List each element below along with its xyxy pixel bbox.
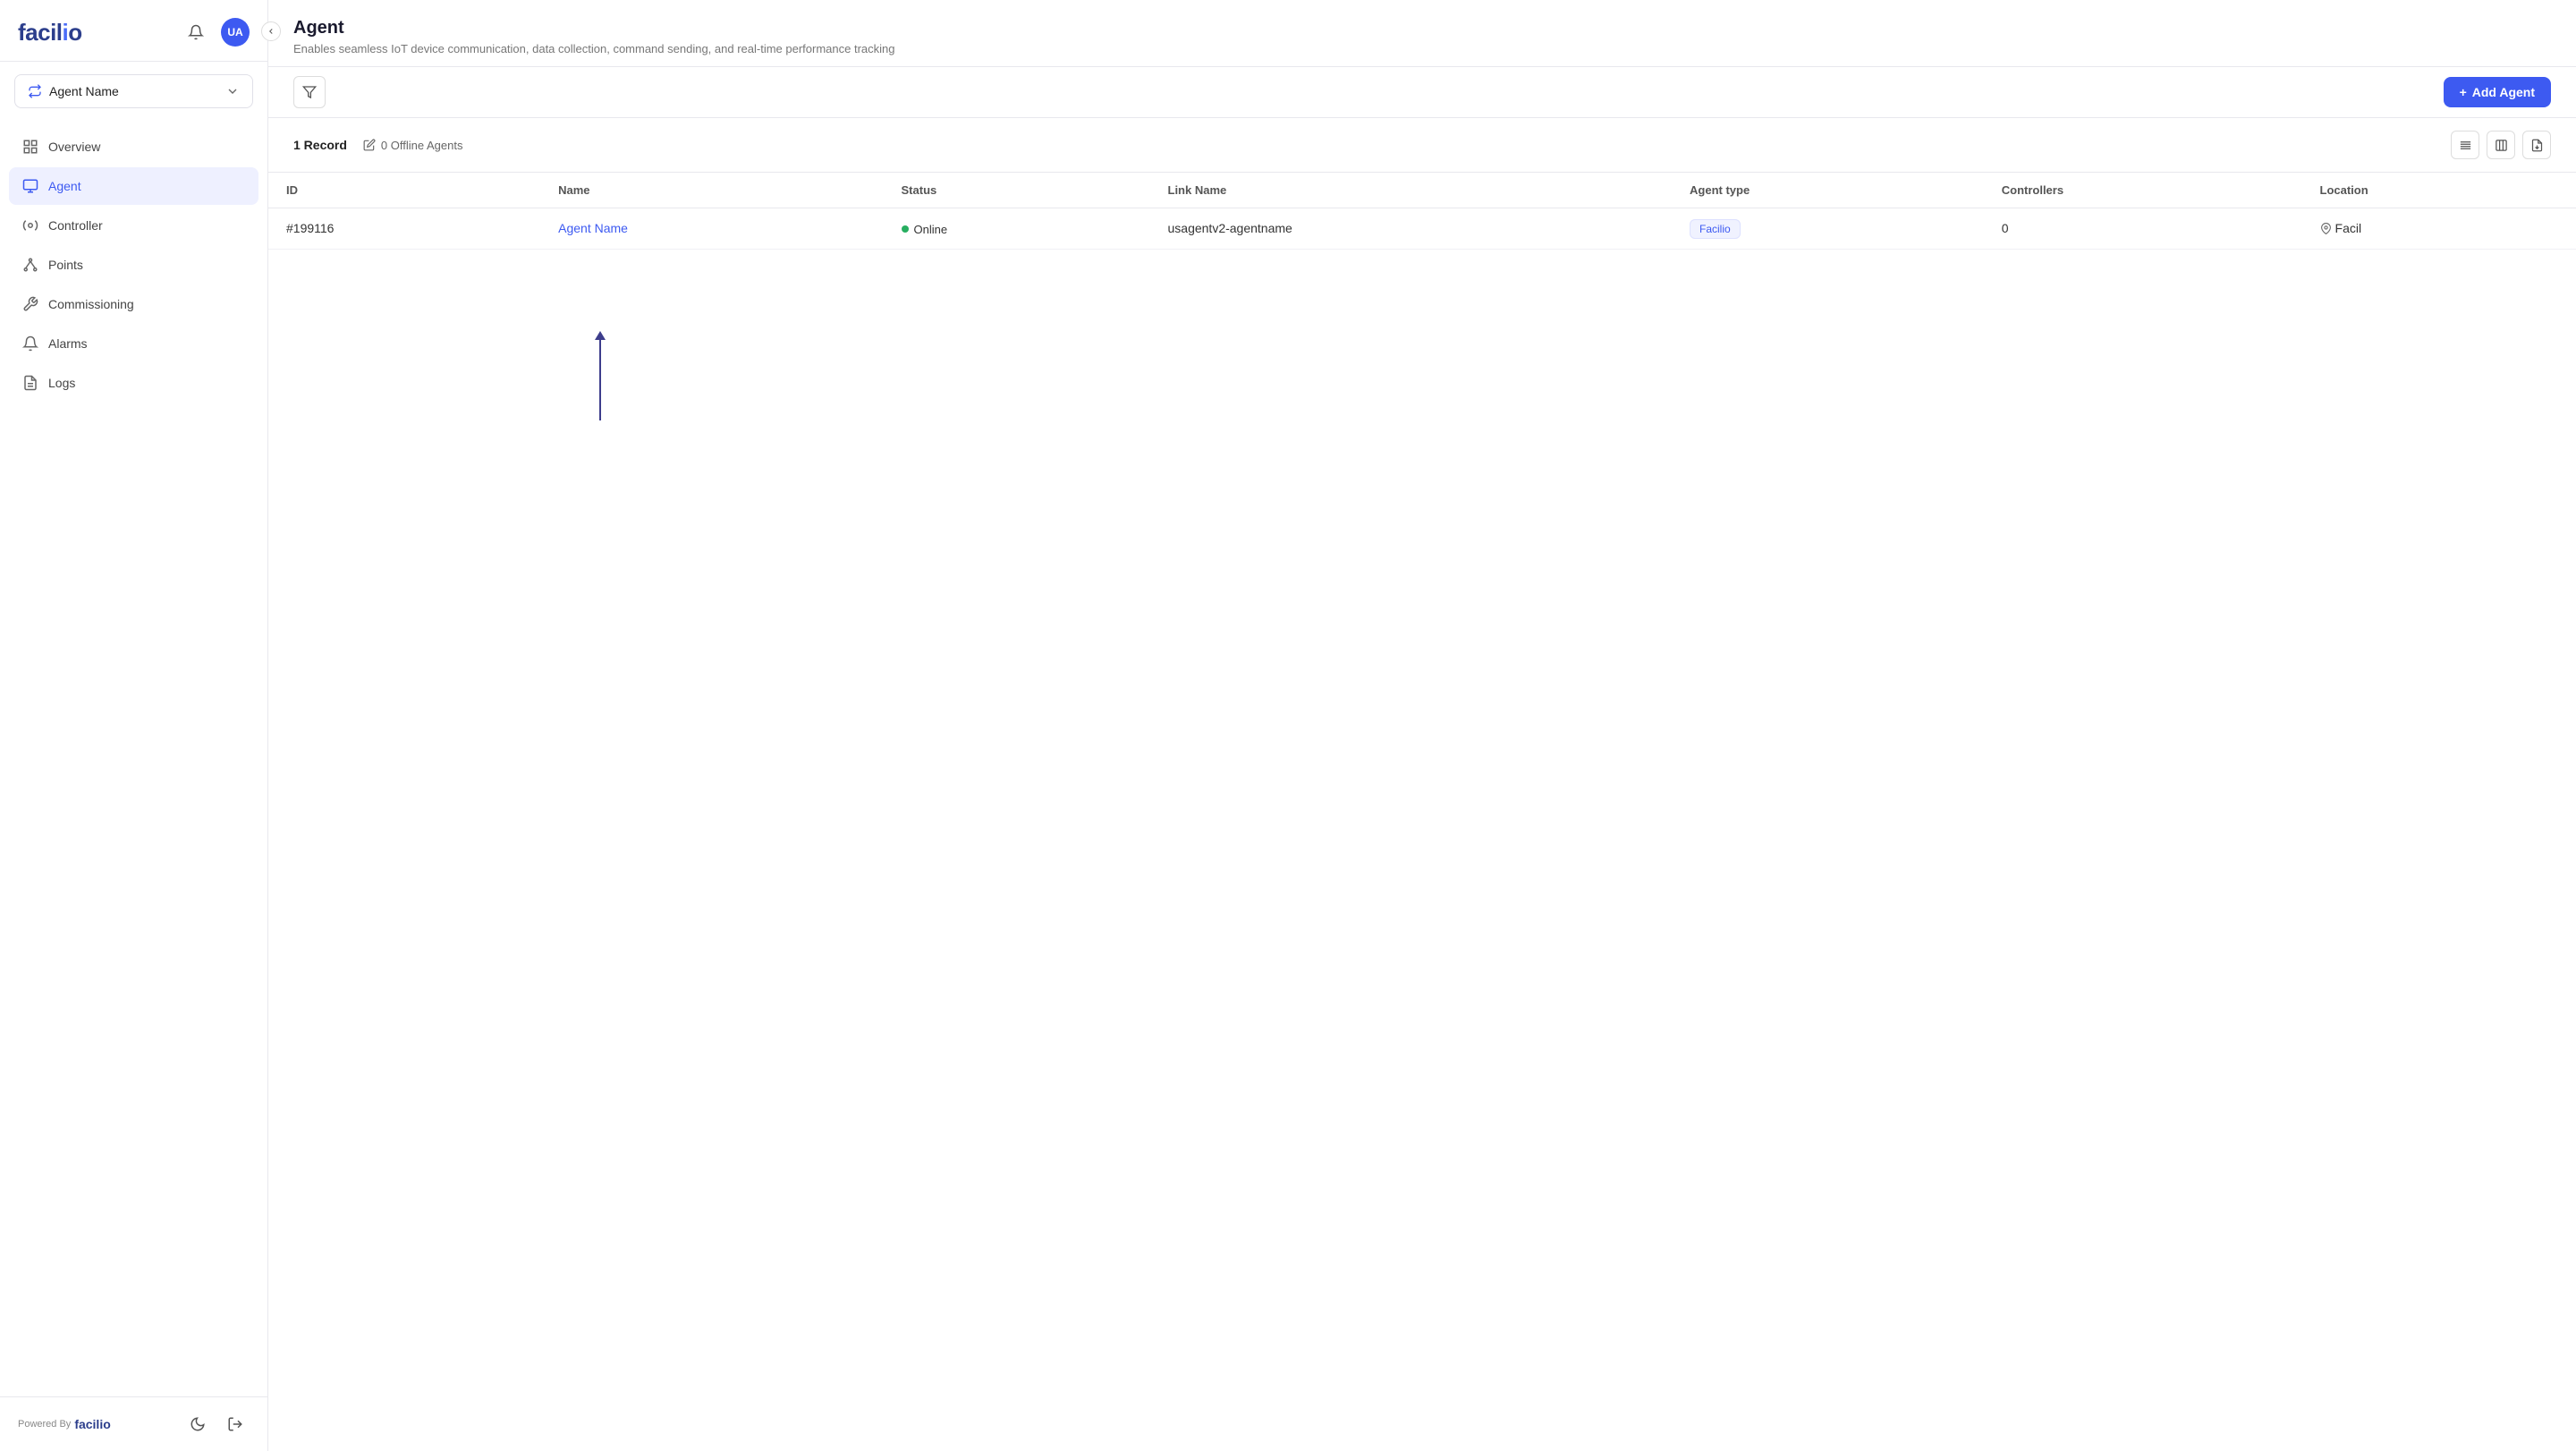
alarms-label: Alarms [48, 336, 88, 351]
cell-location: Facil [2302, 208, 2576, 250]
page-subtitle: Enables seamless IoT device communicatio… [293, 42, 2551, 55]
location-pin-icon [2320, 223, 2332, 234]
sidebar-item-agent[interactable]: Agent [9, 167, 258, 205]
logs-label: Logs [48, 376, 75, 390]
export-button[interactable] [2522, 131, 2551, 159]
col-agent-type: Agent type [1672, 173, 1984, 208]
col-controllers: Controllers [1984, 173, 2302, 208]
rows-filter-icon [2459, 139, 2472, 152]
filter-rows-button[interactable] [2451, 131, 2479, 159]
user-avatar[interactable]: UA [221, 18, 250, 47]
controller-label: Controller [48, 218, 103, 233]
table-area: 1 Record 0 Offline Agents [268, 118, 2576, 1451]
alarms-icon [21, 335, 39, 352]
status-badge: Online [902, 223, 948, 236]
col-location: Location [2302, 173, 2576, 208]
table-body: #199116 Agent Name Online usagentv2-agen… [268, 208, 2576, 250]
main-content: Agent Enables seamless IoT device commun… [268, 0, 2576, 1451]
notification-bell-button[interactable] [182, 18, 210, 47]
add-agent-plus: + [2460, 85, 2467, 99]
offline-count: 0 Offline Agents [381, 139, 463, 152]
columns-icon [2495, 139, 2508, 152]
points-label: Points [48, 258, 83, 272]
logs-icon [21, 374, 39, 392]
cell-link-name: usagentv2-agentname [1150, 208, 1673, 250]
switch-icon [28, 84, 42, 98]
powered-by-logo: facilio [74, 1417, 110, 1431]
sidebar-item-overview[interactable]: Overview [9, 128, 258, 165]
sidebar-item-logs[interactable]: Logs [9, 364, 258, 402]
collapse-sidebar-button[interactable] [261, 21, 281, 41]
add-agent-label: Add Agent [2472, 85, 2535, 99]
chevron-down-icon [225, 84, 240, 98]
powered-by-text: Powered By [18, 1419, 71, 1430]
sidebar-header: facilio UA [0, 0, 267, 62]
annotation-arrow [599, 340, 601, 420]
commissioning-label: Commissioning [48, 297, 134, 311]
col-id: ID [268, 173, 540, 208]
dark-mode-button[interactable] [183, 1410, 212, 1438]
sidebar-item-points[interactable]: Points [9, 246, 258, 284]
columns-button[interactable] [2487, 131, 2515, 159]
agent-selector-label: Agent Name [49, 84, 119, 98]
controller-icon [21, 216, 39, 234]
sidebar-item-alarms[interactable]: Alarms [9, 325, 258, 362]
cell-agent-type: Facilio [1672, 208, 1984, 250]
col-status: Status [884, 173, 1150, 208]
location-text: Facil [2335, 221, 2362, 235]
table-row: #199116 Agent Name Online usagentv2-agen… [268, 208, 2576, 250]
agent-name-selector[interactable]: Agent Name [14, 74, 253, 108]
commissioning-icon [21, 295, 39, 313]
edit-icon [363, 139, 376, 151]
overview-label: Overview [48, 140, 100, 154]
moon-icon [190, 1416, 206, 1432]
sidebar-item-controller[interactable]: Controller [9, 207, 258, 244]
agent-icon [21, 177, 39, 195]
sidebar-item-commissioning[interactable]: Commissioning [9, 285, 258, 323]
page-header: Agent Enables seamless IoT device commun… [268, 0, 2576, 67]
record-count: 1 Record [293, 138, 347, 152]
toolbar: + Add Agent [268, 67, 2576, 118]
grid-icon [21, 138, 39, 156]
filter-button[interactable] [293, 76, 326, 108]
status-dot-online [902, 225, 909, 233]
cell-name: Agent Name [540, 208, 883, 250]
status-text: Online [914, 223, 948, 236]
cell-status: Online [884, 208, 1150, 250]
bell-icon [188, 24, 204, 40]
agent-label: Agent [48, 179, 81, 193]
add-agent-button[interactable]: + Add Agent [2444, 77, 2551, 107]
brand-logo: facilio [18, 19, 82, 47]
col-name: Name [540, 173, 883, 208]
points-icon [21, 256, 39, 274]
page-title: Agent [293, 18, 2551, 38]
sidebar-footer: Powered By facilio [0, 1396, 267, 1451]
table-info-bar: 1 Record 0 Offline Agents [268, 118, 2576, 173]
agent-name-link[interactable]: Agent Name [558, 221, 628, 235]
cell-controllers: 0 [1984, 208, 2302, 250]
logout-icon [227, 1416, 243, 1432]
logout-button[interactable] [221, 1410, 250, 1438]
filter-icon [302, 85, 317, 99]
col-link-name: Link Name [1150, 173, 1673, 208]
agents-table: ID Name Status Link Name Agent type Cont… [268, 173, 2576, 250]
export-icon [2530, 139, 2544, 152]
nav-list: Overview Agent Controller [0, 121, 267, 1396]
table-header: ID Name Status Link Name Agent type Cont… [268, 173, 2576, 208]
offline-agents-badge[interactable]: 0 Offline Agents [363, 139, 463, 152]
cell-id: #199116 [268, 208, 540, 250]
agent-type-badge: Facilio [1690, 219, 1741, 239]
